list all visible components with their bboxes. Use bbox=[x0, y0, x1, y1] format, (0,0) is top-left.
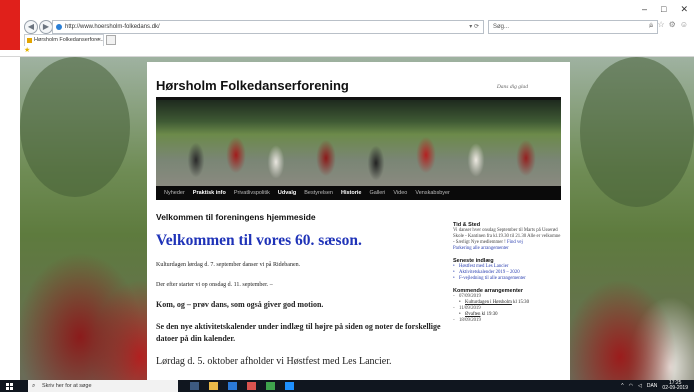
paragraph: Lørdag d. 5. oktober afholder vi Høstfes… bbox=[156, 356, 392, 367]
parkering-link[interactable]: Parkering alle arrangementer bbox=[453, 246, 509, 251]
favicon-icon bbox=[27, 38, 32, 43]
nav-item-venskabsbyer[interactable]: Venskabsbyer bbox=[415, 190, 450, 196]
nav-item-historie[interactable]: Historie bbox=[341, 190, 361, 196]
recent-post-link[interactable]: F-vejledning til alle arrangementer bbox=[453, 276, 561, 282]
network-icon[interactable]: ◠ bbox=[629, 383, 633, 389]
task-view-icon[interactable] bbox=[190, 382, 199, 390]
welcome-heading: Velkommen til vores 60. sæson. bbox=[156, 232, 362, 249]
paragraph: Der efter starter vi op onsdag d. 11. se… bbox=[156, 282, 273, 288]
file-explorer-icon[interactable] bbox=[209, 382, 218, 390]
volume-icon[interactable]: ◁ bbox=[638, 383, 642, 389]
minimize-button[interactable]: – bbox=[642, 4, 647, 15]
windows-start-icon[interactable] bbox=[6, 383, 13, 390]
address-text: http://www.hoersholm-folkedans.dk/ bbox=[65, 24, 160, 30]
page-heading: Velkommen til foreningens hjemmeside bbox=[156, 212, 316, 222]
recent-posts-list: Høstfest med Les Lancier Aktivitetskalen… bbox=[453, 264, 561, 282]
nav-item-privatlivspolitik[interactable]: Privatlivspolitik bbox=[234, 190, 270, 196]
close-button[interactable]: ✕ bbox=[680, 4, 688, 15]
back-button[interactable]: ◀ bbox=[24, 20, 38, 34]
clock-date: 02-09-2019 bbox=[662, 385, 688, 391]
gear-icon[interactable]: ⚙ bbox=[669, 20, 676, 29]
taskbar-search-placeholder: Skriv her for at søge bbox=[42, 383, 92, 389]
find-vej-link[interactable]: Find vej bbox=[507, 240, 523, 245]
tray-chevron-icon[interactable]: ^ bbox=[621, 383, 623, 389]
browser-search-placeholder: Søg... bbox=[493, 24, 510, 30]
nav-item-bestyrelsen[interactable]: Bestyrelsen bbox=[304, 190, 333, 196]
new-tab-button[interactable] bbox=[106, 35, 116, 45]
site-tagline: Dans dig glad bbox=[496, 84, 528, 90]
browser-tab[interactable]: Hørsholm Folkedanserfore... × bbox=[24, 34, 104, 46]
tab-close-icon[interactable]: × bbox=[98, 35, 101, 46]
window-controls: – □ ✕ bbox=[642, 4, 688, 15]
edge-icon[interactable] bbox=[228, 382, 237, 390]
language-indicator[interactable]: DAN bbox=[647, 383, 658, 389]
paragraph: Se den nye aktivitetskalender under indl… bbox=[156, 322, 441, 343]
event-title[interactable]: Kulturdagen i Hørsholm bbox=[465, 300, 512, 305]
site-title[interactable]: Hørsholm Folkedanserforening bbox=[156, 78, 349, 93]
event-time: kl 19:30 bbox=[481, 312, 498, 317]
maximize-button[interactable]: □ bbox=[661, 4, 666, 15]
forward-button[interactable]: ▶ bbox=[39, 20, 53, 34]
store-icon[interactable] bbox=[247, 382, 256, 390]
favorites-star-icon[interactable]: ☆ bbox=[657, 20, 664, 29]
background-tree bbox=[20, 57, 130, 197]
search-icon: ⌕ bbox=[32, 383, 36, 389]
internet-explorer-icon[interactable] bbox=[285, 382, 294, 390]
red-corner-overlay bbox=[0, 0, 20, 50]
smiley-icon[interactable]: ☺ bbox=[680, 20, 688, 29]
taskbar-apps bbox=[190, 382, 294, 390]
ie-icon bbox=[56, 24, 62, 30]
event-date: 18/09/2019 bbox=[453, 318, 561, 324]
website-page: Hørsholm Folkedanserforening Dans dig gl… bbox=[147, 62, 570, 380]
nav-item-udvalg[interactable]: Udvalg bbox=[278, 190, 296, 196]
app-icon[interactable] bbox=[266, 382, 275, 390]
favorites-bar-star-icon[interactable]: ★ bbox=[24, 46, 30, 54]
taskbar-search-input[interactable]: ⌕ Skriv her for at søge bbox=[28, 380, 178, 392]
nav-item-praktisk-info[interactable]: Praktisk info bbox=[193, 190, 226, 196]
paragraph: Kom, og – prøv dans, som også giver god … bbox=[156, 300, 324, 309]
widget-text: Vi danser hver onsdag September til Mart… bbox=[453, 228, 561, 252]
paragraph: Kulturdagen lørdag d. 7. september danse… bbox=[156, 262, 301, 268]
header-banner-image bbox=[156, 100, 561, 186]
address-bar[interactable]: http://www.hoersholm-folkedans.dk/ ▾ ⟳ bbox=[52, 20, 484, 34]
nav-item-galleri[interactable]: Galleri bbox=[369, 190, 385, 196]
system-tray: ^ ◠ ◁ DAN 17:25 02-09-2019 bbox=[621, 380, 688, 392]
clock[interactable]: 17:25 02-09-2019 bbox=[662, 381, 688, 391]
nav-item-video[interactable]: Video bbox=[393, 190, 407, 196]
event-title[interactable]: Øvaften bbox=[465, 312, 480, 317]
background-tree bbox=[580, 57, 694, 207]
site-navigation: Nyheder Praktisk info Privatlivspolitik … bbox=[156, 186, 561, 200]
sidebar: Tid & Sted Vi danser hver onsdag Septemb… bbox=[453, 222, 561, 324]
browser-tools: ⌂ ☆ ⚙ ☺ bbox=[649, 20, 688, 29]
nav-item-nyheder[interactable]: Nyheder bbox=[164, 190, 185, 196]
refresh-icon[interactable]: ▾ ⟳ bbox=[469, 21, 479, 33]
events-list: 07/09/2019 Kulturdagen i Hørsholm kl 15:… bbox=[453, 294, 561, 324]
home-icon[interactable]: ⌂ bbox=[649, 20, 654, 29]
main-content: Velkommen til foreningens hjemmeside Vel… bbox=[156, 212, 441, 367]
tab-title: Hørsholm Folkedanserfore... bbox=[34, 37, 104, 43]
taskbar: ⌕ Skriv her for at søge ^ ◠ ◁ DAN 17:25 … bbox=[0, 380, 694, 392]
browser-search-input[interactable]: Søg... ⌕ bbox=[488, 20, 658, 34]
event-time: kl 15:30 bbox=[513, 300, 529, 305]
browser-chrome: – □ ✕ ◀ ▶ http://www.hoersholm-folkedans… bbox=[0, 0, 694, 57]
